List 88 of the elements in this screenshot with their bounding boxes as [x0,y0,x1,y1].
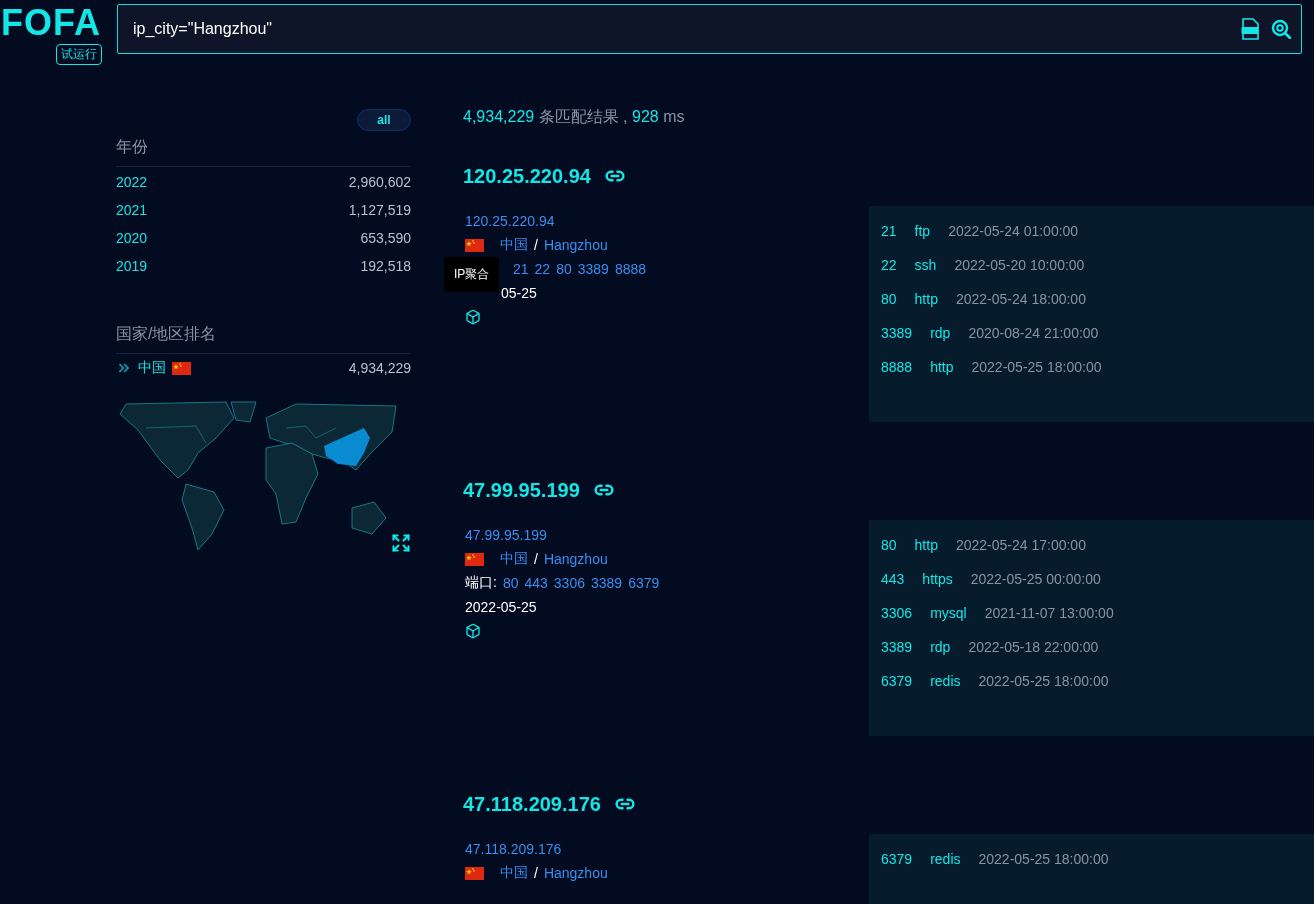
protocol-label: http [914,291,938,307]
ip-link[interactable]: 47.118.209.176 [465,841,562,857]
port-label: 3389 [881,639,913,655]
result-title[interactable]: 120.25.220.94 [463,164,591,188]
result-title[interactable]: 47.118.209.176 [463,792,601,816]
protocol-label: redis [930,673,961,689]
flag-icon [465,866,484,880]
year-link[interactable]: 2022 [116,174,148,190]
year-link[interactable]: 2019 [116,258,148,274]
count-label: 1,127,519 [348,202,411,218]
flag-icon [465,552,484,566]
port-label: 8888 [881,359,913,375]
protocol-label: rdp [930,325,951,341]
all-button[interactable]: all [357,109,411,131]
protocol-label: rdp [930,639,951,655]
result-summary: 4,934,229 条匹配结果 , 928 ms [463,107,686,127]
tooltip: IP聚合 [444,257,500,292]
port-label: 3389 [881,325,913,341]
timestamp-label: 2022-05-25 18:00:00 [978,851,1109,867]
port-link[interactable]: 3306 [553,575,585,591]
timestamp-label: 2020-08-24 21:00:00 [968,325,1099,341]
search-icon[interactable] [1271,19,1291,39]
port-label: 6379 [881,851,913,867]
trial-badge: 试运行 [56,44,102,65]
date-label: 2022-05-25 [465,599,537,615]
count-label: 2,960,602 [348,174,411,190]
country-link[interactable]: 中国 [500,236,528,254]
port-label: 22 [881,257,897,273]
timestamp-label: 2021-11-07 13:00:00 [984,605,1114,621]
file-icon[interactable] [1241,18,1259,40]
timestamp-label: 2022-05-25 00:00:00 [970,571,1101,587]
separator-label: / [534,237,538,253]
timestamp-label: 2022-05-18 22:00:00 [968,639,1099,655]
port-label: 80 [881,537,897,553]
count-label: 192,518 [360,258,411,274]
protocol-label: https [922,571,953,587]
port-link[interactable]: 3389 [577,261,609,277]
country-link[interactable]: 中国 [500,864,528,882]
city-link[interactable]: Hangzhou [543,865,608,881]
timestamp-label: 2022-05-24 01:00:00 [948,223,1079,239]
count-label: 4,934,229 [348,360,411,376]
flag-icon [465,238,484,252]
ip-link[interactable]: 47.99.95.199 [465,527,547,543]
expand-icon[interactable] [391,533,411,553]
separator-label: / [534,865,538,881]
timestamp-label: 2022-05-20 10:00:00 [954,257,1085,273]
country-link[interactable]: 中国 [500,550,528,568]
protocol-label: ssh [914,257,937,273]
year-link[interactable]: 2020 [116,230,148,246]
port-label: 443 [881,571,905,587]
port-link[interactable]: 8888 [614,261,647,277]
port-link[interactable]: 21 [513,261,529,277]
protocol-label: redis [930,851,961,867]
timestamp-label: 2022-05-25 18:00:00 [978,673,1109,689]
protocol-label: ftp [914,223,931,239]
port-label: 80 [881,291,897,307]
protocol-label: http [930,359,954,375]
timestamp-label: 2022-05-25 18:00:00 [971,359,1102,375]
city-link[interactable]: Hangzhou [543,551,608,567]
port-link[interactable]: 80 [556,261,572,277]
timestamp-label: 2022-05-24 17:00:00 [955,537,1086,553]
cube-icon[interactable] [465,623,481,639]
count-label: 653,590 [360,230,411,246]
port-label: 6379 [881,673,913,689]
section-title: 年份 [116,131,411,167]
year-link[interactable]: 2021 [116,202,148,218]
port-label: 端口: [465,574,497,592]
country-link[interactable]: 中国 [138,359,166,377]
date-label: 05-25 [501,285,537,301]
protocol-label: http [914,537,938,553]
protocol-label: mysql [930,605,967,621]
section-title: 国家/地区排名 [116,318,411,354]
search-field[interactable]: ip_city="Hangzhou" [117,4,1302,54]
city-link[interactable]: Hangzhou [543,237,608,253]
separator-label: / [534,551,538,567]
port-link[interactable]: 22 [534,261,551,277]
result-title[interactable]: 47.99.95.199 [463,478,580,502]
port-label: 21 [881,223,897,239]
port-link[interactable]: 80 [502,575,519,591]
port-link[interactable]: 6379 [628,575,660,591]
port-link[interactable]: 3389 [591,575,623,591]
logo[interactable]: FOFA [1,4,101,42]
port-label: 3306 [881,605,913,621]
ip-link[interactable]: 120.25.220.94 [465,213,555,229]
timestamp-label: 2022-05-24 18:00:00 [955,291,1086,307]
cube-icon[interactable] [465,309,481,325]
port-link[interactable]: 443 [524,575,548,591]
flag-icon [172,361,191,375]
